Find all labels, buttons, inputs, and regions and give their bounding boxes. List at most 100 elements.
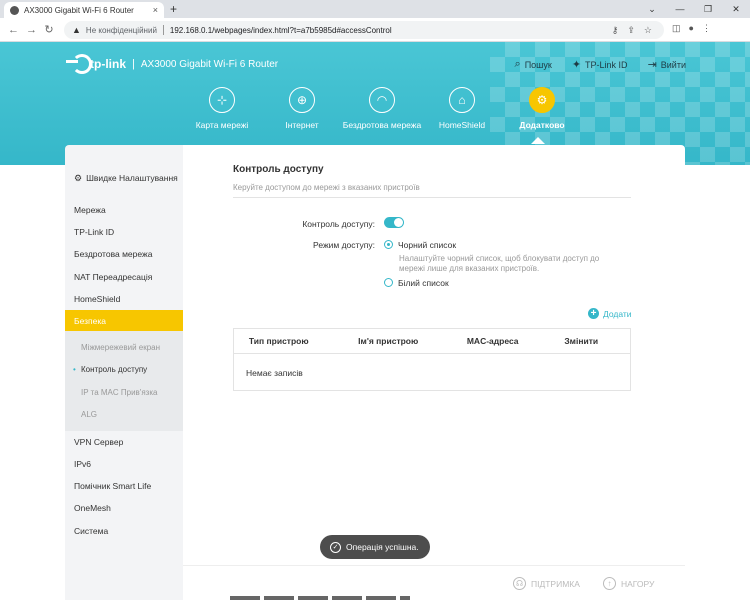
logout-label: Вийти bbox=[660, 59, 686, 70]
content-panel: Контроль доступу Керуйте доступом до мер… bbox=[183, 145, 685, 565]
window-controls: ⌄ — ❐ ✕ bbox=[638, 0, 750, 18]
sidebar-item-tplink-id[interactable]: TP-Link ID bbox=[65, 227, 183, 237]
search-label: Пошук bbox=[524, 59, 552, 70]
sidebar-subitem-ip-mac-binding[interactable]: IP та MAC Прив'язка bbox=[81, 388, 157, 397]
page-footer: ☊ ПІДТРИМКА ↑ НАГОРУ bbox=[183, 565, 685, 600]
sidebar-item-ipv6[interactable]: IPv6 bbox=[65, 459, 183, 469]
nav-active-pointer bbox=[531, 137, 545, 144]
blacklist-hint: Налаштуйте чорний список, щоб блокувати … bbox=[399, 254, 600, 273]
access-control-toggle[interactable] bbox=[384, 217, 404, 228]
sidebar-subitem-firewall[interactable]: Міжмережевий екран bbox=[81, 343, 160, 352]
wifi-icon: ◠ bbox=[369, 87, 395, 113]
sidepanel-icon[interactable]: ◫ bbox=[672, 23, 681, 34]
forward-icon[interactable]: → bbox=[26, 24, 37, 36]
plus-icon: + bbox=[588, 308, 599, 319]
device-table: Тип пристрою Ім'я пристрою MAC-адреса Зм… bbox=[233, 328, 631, 391]
nav-network-map[interactable]: ⊹ Карта мережі bbox=[182, 87, 262, 130]
arrow-up-icon: ↑ bbox=[603, 577, 616, 590]
nav-label: Додатково bbox=[519, 120, 565, 130]
sidebar-item-network[interactable]: Мережа bbox=[65, 205, 183, 215]
tplink-id-button[interactable]: ✦ TP-Link ID bbox=[572, 58, 628, 71]
brand-name: tp-link bbox=[90, 57, 126, 71]
blacklist-label[interactable]: Чорний список bbox=[398, 240, 456, 250]
sidebar-item-nat[interactable]: NAT Переадресація bbox=[65, 272, 183, 282]
new-tab-button[interactable]: + bbox=[170, 2, 177, 16]
access-control-label: Контроль доступу: bbox=[302, 219, 375, 229]
column-header: Тип пристрою bbox=[248, 336, 309, 346]
globe-icon: ⊕ bbox=[289, 87, 315, 113]
close-window-icon[interactable]: ✕ bbox=[722, 0, 750, 18]
profile-icon[interactable]: ● bbox=[689, 23, 694, 34]
reload-icon[interactable]: ↻ bbox=[44, 23, 54, 36]
back-to-top-button[interactable]: ↑ НАГОРУ bbox=[603, 577, 654, 590]
sidebar-subitem-access-control[interactable]: Контроль доступу bbox=[73, 365, 147, 374]
nav-internet[interactable]: ⊕ Інтернет bbox=[262, 87, 342, 130]
page-bottom-strip bbox=[230, 596, 410, 600]
page-description: Керуйте доступом до мережі з вказаних пр… bbox=[233, 183, 420, 192]
toast-message: Операція успішна. bbox=[346, 542, 419, 552]
menu-icon[interactable]: ⋮ bbox=[702, 23, 711, 34]
sidebar-item-onemesh[interactable]: OneMesh bbox=[65, 503, 183, 513]
access-mode-label: Режим доступу: bbox=[313, 240, 375, 250]
omnibox[interactable]: ▲ Не конфіденційний 192.168.0.1/webpages… bbox=[64, 21, 664, 39]
gear-icon: ⚙ bbox=[529, 87, 555, 113]
page-title: Контроль доступу bbox=[233, 164, 324, 175]
nav-advanced[interactable]: ⚙ Додатково bbox=[502, 87, 582, 130]
tab-title: AX3000 Gigabit Wi-Fi 6 Router bbox=[24, 5, 134, 15]
homeshield-icon: ⌂ bbox=[449, 87, 475, 113]
sidebar-item-quick-setup[interactable]: ⚙ Швидке Налаштування bbox=[65, 173, 183, 183]
logout-button[interactable]: ⇥ Вийти bbox=[648, 58, 686, 71]
url-text[interactable]: 192.168.0.1/webpages/index.html?t=a7b598… bbox=[170, 26, 392, 35]
tab-search-icon[interactable]: ⌄ bbox=[638, 0, 666, 18]
support-button[interactable]: ☊ ПІДТРИМКА bbox=[513, 577, 580, 590]
nav-label: HomeShield bbox=[438, 120, 486, 130]
share-icon[interactable]: ⇪ bbox=[627, 25, 635, 36]
title-divider bbox=[233, 197, 631, 198]
whitelist-radio[interactable] bbox=[384, 278, 393, 287]
nav-label: Карта мережі bbox=[195, 120, 249, 130]
sidebar: ⚙ Швидке Налаштування Мережа TP-Link ID … bbox=[65, 145, 183, 600]
sidebar-item-system[interactable]: Система bbox=[65, 526, 183, 536]
sidebar-item-vpn-server[interactable]: VPN Сервер bbox=[65, 437, 183, 447]
network-map-icon: ⊹ bbox=[209, 87, 235, 113]
support-label: ПІДТРИМКА bbox=[531, 578, 580, 589]
not-secure-label: Не конфіденційний bbox=[85, 25, 157, 35]
sidebar-item-wireless[interactable]: Бездротова мережа bbox=[65, 249, 183, 259]
tplink-id-label: TP-Link ID bbox=[585, 59, 628, 70]
router-model: AX3000 Gigabit Wi-Fi 6 Router bbox=[140, 58, 279, 70]
nav-label: Бездротова мережа bbox=[342, 120, 422, 130]
nav-label: Інтернет bbox=[285, 120, 319, 130]
nav-wireless[interactable]: ◠ Бездротова мережа bbox=[342, 87, 422, 130]
headset-icon: ☊ bbox=[513, 577, 526, 590]
logout-icon: ⇥ bbox=[647, 59, 657, 71]
header-actions: ⌕ Пошук ✦ TP-Link ID ⇥ Вийти bbox=[515, 58, 686, 71]
add-label: Додати bbox=[603, 308, 632, 319]
sidebar-subitem-alg[interactable]: ALG bbox=[81, 410, 97, 419]
star-icon[interactable]: ☆ bbox=[644, 25, 652, 36]
back-icon[interactable]: ← bbox=[8, 24, 19, 36]
table-empty-message: Немає записів bbox=[246, 368, 303, 378]
minimize-icon[interactable]: — bbox=[666, 0, 694, 18]
omnibox-icons: ⚷ ⇪ ☆ bbox=[612, 25, 652, 36]
sidebar-item-label: Швидке Налаштування bbox=[86, 173, 178, 183]
search-button[interactable]: ⌕ Пошук bbox=[515, 58, 552, 71]
address-bar: ← → ↻ ▲ Не конфіденційний 192.168.0.1/we… bbox=[0, 18, 750, 42]
tab-close-icon[interactable]: × bbox=[153, 5, 158, 15]
sidebar-item-security[interactable]: Безпека bbox=[65, 310, 183, 332]
tplink-logo: tp-link | AX3000 Gigabit Wi-Fi 6 Router bbox=[66, 54, 278, 74]
column-header: Ім'я пристрою bbox=[358, 336, 419, 346]
key-icon[interactable]: ⚷ bbox=[612, 25, 619, 36]
warning-icon[interactable]: ▲ bbox=[72, 25, 81, 35]
search-icon: ⌕ bbox=[514, 58, 521, 70]
browser-tab[interactable]: AX3000 Gigabit Wi-Fi 6 Router × bbox=[4, 2, 164, 18]
favicon-icon bbox=[10, 5, 19, 15]
blacklist-radio[interactable] bbox=[384, 240, 393, 249]
sidebar-item-smart-life[interactable]: Помічник Smart Life bbox=[65, 481, 183, 491]
nav-homeshield[interactable]: ⌂ HomeShield bbox=[422, 87, 502, 130]
user-pin-icon: ✦ bbox=[571, 59, 582, 71]
sidebar-item-homeshield[interactable]: HomeShield bbox=[65, 294, 183, 304]
back-to-top-label: НАГОРУ bbox=[621, 578, 655, 589]
whitelist-label[interactable]: Білий список bbox=[398, 278, 449, 288]
add-button[interactable]: + Додати bbox=[588, 308, 632, 319]
maximize-icon[interactable]: ❐ bbox=[694, 0, 722, 18]
